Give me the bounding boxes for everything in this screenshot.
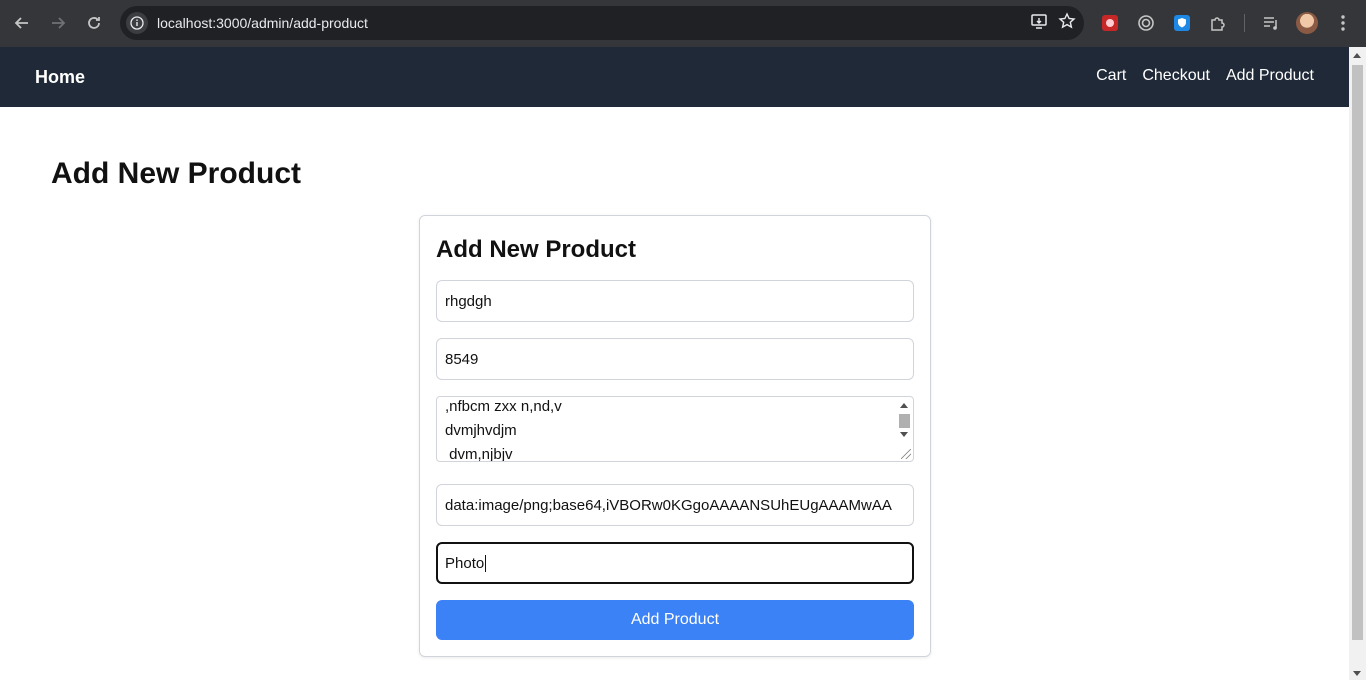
description-line: dvmjhvdjm [445,422,517,439]
nav-link-checkout[interactable]: Checkout [1142,67,1210,85]
product-price-input[interactable]: 8549 [436,338,914,380]
product-category-input[interactable]: Photo [436,542,914,584]
media-controls-icon[interactable] [1257,9,1285,37]
profile-avatar[interactable] [1293,9,1321,37]
url-text: localhost:3000/admin/add-product [157,15,368,31]
app-navbar: Home Cart Checkout Add Product [0,47,1349,107]
add-product-form: Add New Product rhgdgh 8549 ,nfbcm zxx n… [419,215,931,657]
address-bar[interactable]: localhost:3000/admin/add-product [120,6,1084,40]
product-category-value: Photo [445,554,485,572]
nav-links: Cart Checkout Add Product [1096,67,1314,85]
browser-toolbar: localhost:3000/admin/add-product [0,0,1366,47]
browser-menu-icon[interactable] [1329,9,1357,37]
reload-icon[interactable] [76,5,112,41]
nav-link-add-product[interactable]: Add Product [1226,67,1314,85]
extension-shield-icon[interactable] [1168,9,1196,37]
site-info-icon[interactable] [126,12,148,34]
bookmark-star-icon[interactable] [1058,11,1076,35]
back-icon[interactable] [4,5,40,41]
scroll-down-icon[interactable] [1353,671,1361,676]
toolbar-divider [1244,14,1245,32]
resize-grip-icon[interactable] [901,449,911,459]
nav-home-link[interactable]: Home [35,67,85,88]
text-cursor [485,554,487,572]
textarea-scrollbar[interactable] [897,398,912,460]
product-name-input[interactable]: rhgdgh [436,280,914,322]
extensions-puzzle-icon[interactable] [1204,9,1232,37]
extension-target-icon[interactable] [1132,9,1160,37]
product-image-input[interactable]: data:image/png;base64,iVBORw0KGgoAAAANSU… [436,484,914,526]
product-price-value: 8549 [445,350,479,368]
textarea-scroll-up-icon[interactable] [900,403,908,408]
forward-icon[interactable] [40,5,76,41]
description-line: dvm,njbjv [445,446,513,462]
textarea-scroll-thumb[interactable] [899,414,910,428]
form-title: Add New Product [436,236,637,263]
product-name-value: rhgdgh [445,292,492,310]
add-product-button[interactable]: Add Product [436,600,914,640]
textarea-scroll-down-icon[interactable] [900,432,908,437]
install-app-icon[interactable] [1030,12,1048,35]
page-title: Add New Product [51,157,302,190]
scroll-up-icon[interactable] [1353,53,1361,58]
extension-red-icon[interactable] [1096,9,1124,37]
scrollbar-thumb[interactable] [1352,65,1363,640]
nav-link-cart[interactable]: Cart [1096,67,1126,85]
product-image-value: data:image/png;base64,iVBORw0KGgoAAAANSU… [445,496,892,514]
description-line: ,nfbcm zxx n,nd,v [445,398,562,415]
page-scrollbar[interactable] [1349,47,1366,680]
product-description-textarea[interactable]: ,nfbcm zxx n,nd,v dvmjhvdjm dvm,njbjv [436,396,914,462]
